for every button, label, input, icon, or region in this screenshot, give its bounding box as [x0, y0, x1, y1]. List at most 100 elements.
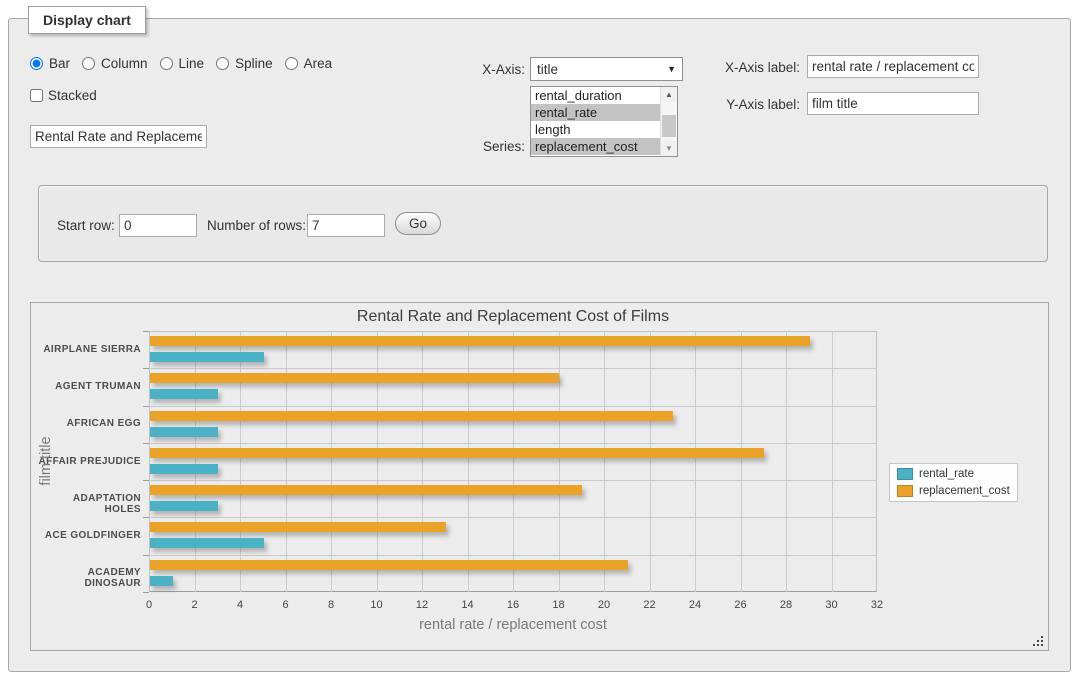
start-row-label: Start row: — [57, 218, 115, 233]
scrollbar-up-icon[interactable]: ▲ — [661, 87, 677, 102]
chart-yaxis-label: film title — [38, 436, 54, 485]
gridline-vertical — [650, 331, 651, 592]
y-axis-tick — [143, 406, 149, 407]
x-tick-label: 30 — [817, 599, 847, 611]
go-button[interactable]: Go — [395, 212, 441, 235]
fieldset-legend: Display chart — [28, 6, 146, 34]
y-axis-label-label: Y-Axis label: — [688, 97, 800, 112]
gridline-vertical — [695, 331, 696, 592]
chart-type-radio-column[interactable] — [82, 57, 95, 70]
chart-legend: rental_rate replacement_cost — [889, 463, 1018, 502]
chart-type-radio-line[interactable] — [160, 57, 173, 70]
legend-swatch-rental_rate — [897, 468, 913, 480]
x-tick-label: 10 — [362, 599, 392, 611]
gridline-horizontal — [149, 443, 877, 444]
legend-label: rental_rate — [919, 468, 974, 480]
y-axis-tick — [143, 443, 149, 444]
y-axis-tick — [143, 517, 149, 518]
scrollbar-thumb[interactable] — [662, 115, 676, 137]
chart-xaxis-label: rental rate / replacement cost — [149, 617, 877, 633]
bar-rental_rate — [150, 389, 218, 399]
gridline-vertical — [741, 331, 742, 592]
series-options: rental_durationrental_ratelengthreplacem… — [531, 87, 660, 156]
bar-rental_rate — [150, 352, 264, 362]
series-listbox[interactable]: rental_durationrental_ratelengthreplacem… — [530, 86, 678, 157]
chart-type-radios: BarColumnLineSplineArea — [30, 56, 338, 71]
y-axis-tick — [143, 592, 149, 593]
x-tick-label: 18 — [544, 599, 574, 611]
bar-replacement_cost — [150, 336, 810, 346]
gridline-vertical — [832, 331, 833, 592]
chart-panel: Rental Rate and Replacement Cost of Film… — [30, 302, 1049, 651]
resize-handle-icon[interactable] — [1032, 634, 1044, 646]
x-tick-label: 32 — [862, 599, 892, 611]
chart-title-input[interactable] — [30, 125, 207, 148]
series-option-length[interactable]: length — [531, 121, 660, 138]
gridline-horizontal — [149, 480, 877, 481]
gridline-vertical — [377, 331, 378, 592]
page: Display chart BarColumnLineSplineArea St… — [0, 0, 1081, 681]
chart-type-label-area: Area — [304, 56, 333, 71]
legend-swatch-replacement_cost — [897, 485, 913, 497]
x-tick-label: 8 — [316, 599, 346, 611]
y-axis-tick — [143, 368, 149, 369]
y-axis-tick — [143, 331, 149, 332]
x-tick-label: 4 — [225, 599, 255, 611]
chevron-down-icon: ▼ — [667, 64, 676, 74]
category-label: AFRICAN EGG — [37, 418, 141, 429]
gridline-vertical — [604, 331, 605, 592]
bar-rental_rate — [150, 538, 264, 548]
x-tick-label: 20 — [589, 599, 619, 611]
x-axis-select[interactable]: title ▼ — [530, 57, 683, 81]
gridline-horizontal — [149, 406, 877, 407]
x-tick-label: 24 — [680, 599, 710, 611]
gridline-vertical — [331, 331, 332, 592]
bar-rental_rate — [150, 464, 218, 474]
gridline-vertical — [195, 331, 196, 592]
stacked-label: Stacked — [48, 88, 97, 103]
x-tick-label: 12 — [407, 599, 437, 611]
number-of-rows-input[interactable] — [307, 214, 385, 237]
category-label: ADAPTATION HOLES — [37, 493, 141, 515]
bar-replacement_cost — [150, 411, 673, 421]
gridline-vertical — [513, 331, 514, 592]
chart-type-label-spline: Spline — [235, 56, 273, 71]
series-option-rental_rate[interactable]: rental_rate — [531, 104, 660, 121]
stacked-checkbox[interactable] — [30, 89, 43, 102]
gridline-vertical — [240, 331, 241, 592]
series-scrollbar[interactable]: ▲ ▼ — [660, 87, 677, 156]
gridline-horizontal — [149, 517, 877, 518]
chart-type-radio-area[interactable] — [285, 57, 298, 70]
legend-item-replacement_cost: replacement_cost — [897, 485, 1010, 497]
legend-label: replacement_cost — [919, 485, 1010, 497]
category-label: ACADEMY DINOSAUR — [37, 567, 141, 589]
bar-rental_rate — [150, 576, 173, 586]
scrollbar-down-icon[interactable]: ▼ — [661, 141, 677, 156]
x-axis-label-input[interactable] — [807, 55, 979, 78]
chart-type-label-line: Line — [179, 56, 205, 71]
bar-replacement_cost — [150, 485, 582, 495]
x-axis-select-value: title — [537, 62, 558, 77]
gridline-vertical — [786, 331, 787, 592]
series-option-replacement_cost[interactable]: replacement_cost — [531, 138, 660, 155]
y-axis-tick — [143, 555, 149, 556]
chart-type-label-bar: Bar — [49, 56, 70, 71]
bar-rental_rate — [150, 427, 218, 437]
gridline-horizontal — [149, 555, 877, 556]
legend-item-rental_rate: rental_rate — [897, 468, 1010, 480]
gridline-vertical — [286, 331, 287, 592]
gridline-vertical — [422, 331, 423, 592]
gridline-vertical — [468, 331, 469, 592]
y-axis-label-input[interactable] — [807, 92, 979, 115]
chart-type-radio-bar[interactable] — [30, 57, 43, 70]
x-tick-label: 22 — [635, 599, 665, 611]
start-row-input[interactable] — [119, 214, 197, 237]
x-tick-label: 16 — [498, 599, 528, 611]
y-axis-tick — [143, 480, 149, 481]
bar-replacement_cost — [150, 373, 559, 383]
series-label: Series: — [425, 139, 525, 154]
series-option-rental_duration[interactable]: rental_duration — [531, 87, 660, 104]
gridline-vertical — [559, 331, 560, 592]
x-axis-select-label: X-Axis: — [425, 62, 525, 77]
chart-type-radio-spline[interactable] — [216, 57, 229, 70]
